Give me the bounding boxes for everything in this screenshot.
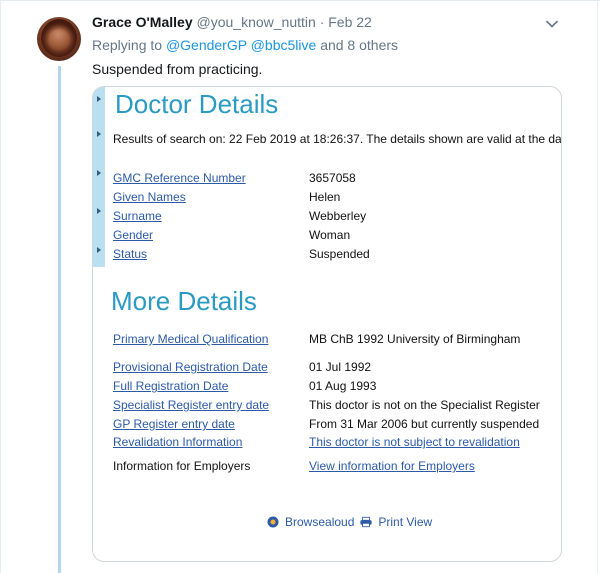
detail-label[interactable]: Surname xyxy=(113,209,162,223)
more-details-heading: More Details xyxy=(111,286,257,316)
detail-label[interactable]: GMC Reference Number xyxy=(113,171,246,185)
search-result-note: Results of search on: 22 Feb 2019 at 18:… xyxy=(113,132,562,146)
more-value: MB ChB 1992 University of Birmingham xyxy=(309,332,521,346)
more-label[interactable]: Primary Medical Qualification xyxy=(113,332,268,346)
revalidation-link[interactable]: This doctor is not subject to revalidati… xyxy=(309,435,520,449)
more-label[interactable]: Full Registration Date xyxy=(113,379,228,393)
author-handle[interactable]: @you_know_nuttin xyxy=(197,14,316,30)
sidebar-marker-icon xyxy=(97,131,101,137)
thread-line xyxy=(58,66,61,573)
detail-value: Woman xyxy=(309,228,351,242)
more-value: 01 Jul 1992 xyxy=(309,360,372,374)
attached-image-card[interactable]: Doctor Details Results of search on: 22 … xyxy=(92,86,562,562)
browsealoud-icon[interactable] xyxy=(267,516,279,528)
meta-separator: · xyxy=(319,14,325,30)
others-link[interactable]: and 8 others xyxy=(320,37,398,53)
more-value: This doctor is not on the Specialist Reg… xyxy=(309,398,540,412)
tweet-text: Suspended from practicing. xyxy=(92,61,263,77)
more-label[interactable]: Provisional Registration Date xyxy=(113,360,268,374)
detail-label[interactable]: Given Names xyxy=(113,190,186,204)
status-value: Suspended xyxy=(309,247,370,261)
divider xyxy=(0,0,1,573)
sidebar-marker-icon xyxy=(97,170,101,176)
sidebar-marker-icon xyxy=(97,208,101,214)
sidebar-marker-icon xyxy=(97,96,101,102)
browsealoud-link[interactable]: Browsealoud xyxy=(285,515,354,529)
replying-prefix: Replying to xyxy=(92,37,163,53)
doctor-details-heading: Doctor Details xyxy=(115,89,279,119)
detail-value: Helen xyxy=(309,190,341,204)
more-value: 01 Aug 1993 xyxy=(309,379,377,393)
detail-value: 3657058 xyxy=(309,171,356,185)
print-view-link[interactable]: Print View xyxy=(378,515,432,529)
more-label[interactable]: Specialist Register entry date xyxy=(113,398,269,412)
avatar-hair xyxy=(41,19,77,57)
mention-link[interactable]: @GenderGP xyxy=(166,37,247,53)
print-icon[interactable] xyxy=(360,516,372,528)
avatar[interactable] xyxy=(37,17,81,61)
employers-link[interactable]: View information for Employers xyxy=(309,459,475,473)
more-value: From 31 Mar 2006 but currently suspended xyxy=(309,417,540,431)
chevron-down-icon[interactable] xyxy=(545,17,559,31)
tweet[interactable]: Grace O'Malley @you_know_nuttin · Feb 22… xyxy=(0,0,600,573)
tweet-date[interactable]: Feb 22 xyxy=(328,14,372,30)
sidebar-marker-icon xyxy=(97,247,101,253)
divider xyxy=(0,0,600,1)
more-label[interactable]: Revalidation Information xyxy=(113,435,242,449)
replying-to: Replying to @GenderGP @bbc5live and 8 ot… xyxy=(92,37,398,53)
more-label: Information for Employers xyxy=(113,459,251,473)
mention-link[interactable]: @bbc5live xyxy=(251,37,317,53)
author-name[interactable]: Grace O'Malley xyxy=(92,14,193,30)
detail-value: Webberley xyxy=(309,209,367,223)
detail-label[interactable]: Gender xyxy=(113,228,153,242)
tweet-header: Grace O'Malley @you_know_nuttin · Feb 22 xyxy=(92,14,372,30)
page-sidebar xyxy=(93,87,105,267)
divider xyxy=(597,0,598,573)
page-tools: Browsealoud Print View xyxy=(267,515,432,529)
detail-label[interactable]: Status xyxy=(113,247,147,261)
more-label[interactable]: GP Register entry date xyxy=(113,417,235,431)
